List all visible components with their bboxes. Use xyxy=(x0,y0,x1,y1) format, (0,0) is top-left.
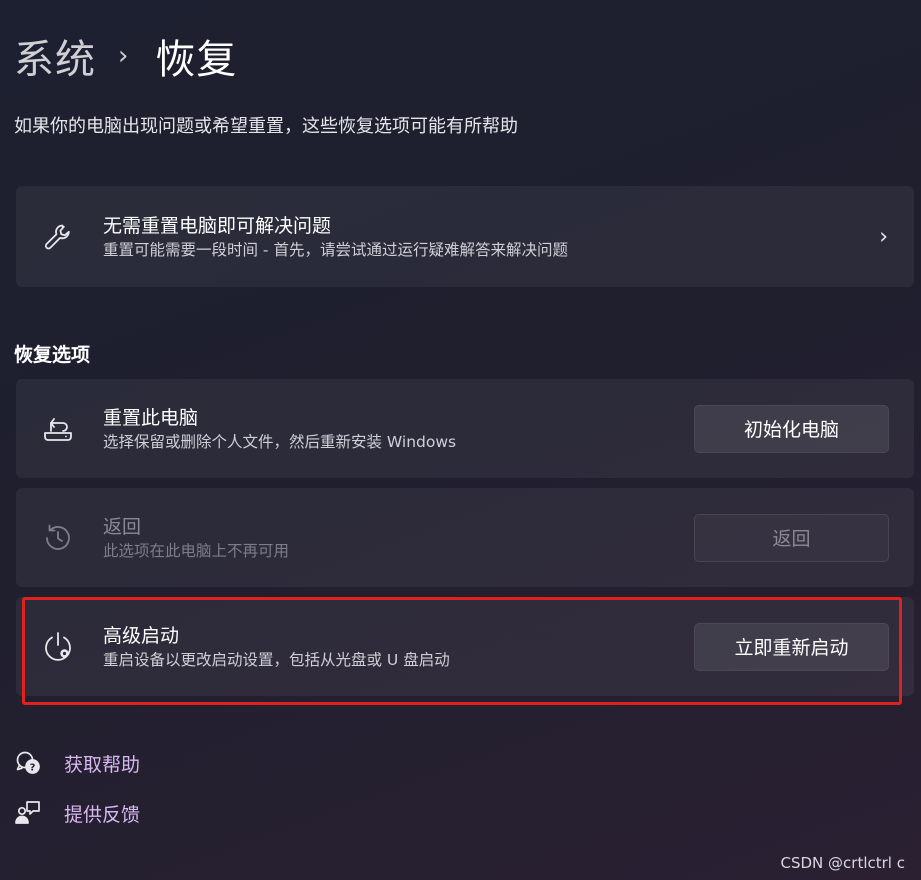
history-icon xyxy=(40,520,76,556)
advanced-startup-description: 重启设备以更改启动设置，包括从光盘或 U 盘启动 xyxy=(103,650,450,669)
advanced-startup-title: 高级启动 xyxy=(103,624,180,647)
reset-pc-icon xyxy=(40,411,76,447)
get-help-link[interactable]: ? 获取帮助 xyxy=(14,749,140,777)
get-help-label[interactable]: 获取帮助 xyxy=(64,750,140,777)
reset-pc-button[interactable]: 初始化电脑 xyxy=(694,404,889,453)
page-title: 恢复 xyxy=(155,37,238,83)
go-back-button: 返回 xyxy=(694,513,889,562)
go-back-description: 此选项在此电脑上不再可用 xyxy=(103,541,290,560)
reset-pc-card: 重置此电脑 选择保留或删除个人文件，然后重新安装 Windows 初始化电脑 xyxy=(16,379,914,478)
breadcrumb-parent-system[interactable]: 系统 xyxy=(14,27,96,85)
page-subtitle: 如果你的电脑出现问题或希望重置，这些恢复选项可能有所帮助 xyxy=(14,116,518,137)
give-feedback-link[interactable]: 提供反馈 xyxy=(14,799,140,827)
troubleshoot-title: 无需重置电脑即可解决问题 xyxy=(103,214,332,237)
reset-pc-title: 重置此电脑 xyxy=(103,406,199,429)
advanced-startup-icon xyxy=(40,629,76,665)
feedback-icon xyxy=(14,799,42,827)
reset-pc-description: 选择保留或删除个人文件，然后重新安装 Windows xyxy=(103,432,457,451)
recovery-options-heading: 恢复选项 xyxy=(14,344,91,366)
troubleshoot-description: 重置可能需要一段时间 - 首先，请尝试通过运行疑难解答来解决问题 xyxy=(103,240,568,259)
restart-now-button[interactable]: 立即重新启动 xyxy=(694,622,889,671)
get-help-icon: ? xyxy=(14,749,42,777)
chevron-right-icon: › xyxy=(879,224,888,249)
breadcrumb: 系统 › 恢复 xyxy=(14,26,237,86)
go-back-title: 返回 xyxy=(103,515,142,538)
watermark-text: CSDN @crtlctrl c xyxy=(780,854,905,872)
breadcrumb-separator-icon: › xyxy=(118,41,130,71)
go-back-card: 返回 此选项在此电脑上不再可用 返回 xyxy=(16,488,914,587)
svg-text:?: ? xyxy=(30,763,36,774)
wrench-icon xyxy=(40,219,76,255)
advanced-startup-card: 高级启动 重启设备以更改启动设置，包括从光盘或 U 盘启动 立即重新启动 xyxy=(16,597,914,696)
troubleshoot-card[interactable]: 无需重置电脑即可解决问题 重置可能需要一段时间 - 首先，请尝试通过运行疑难解答… xyxy=(16,186,914,287)
give-feedback-label[interactable]: 提供反馈 xyxy=(64,800,140,827)
